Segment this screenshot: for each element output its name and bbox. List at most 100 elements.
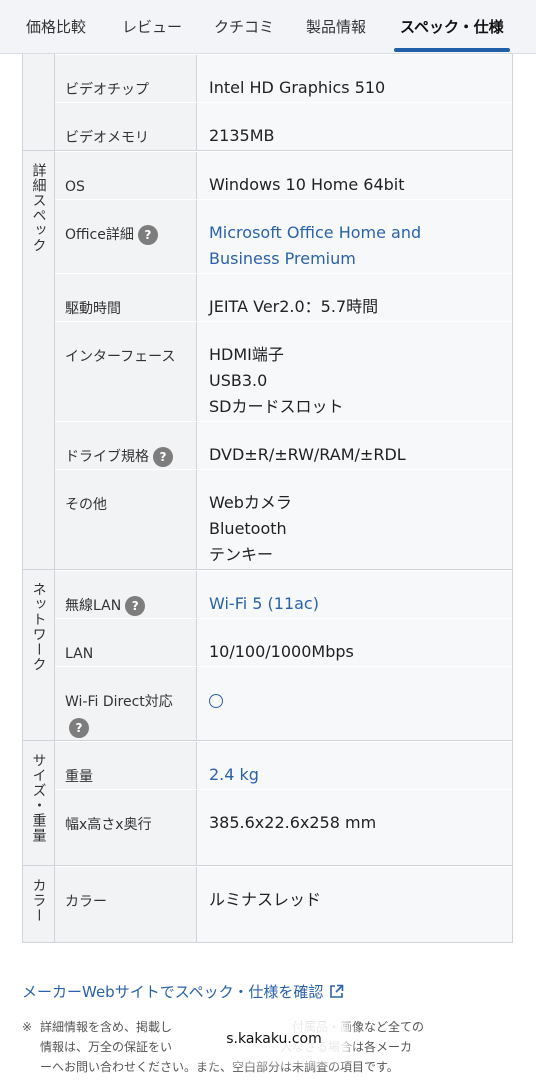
spec-value-link[interactable]: Wi-Fi 5 (11ac) [197,571,512,618]
spec-value-link[interactable]: Microsoft Office Home and Business Premiu… [197,200,512,273]
spec-value: DVD±R/±RW/RAM/±RDL [197,422,512,469]
spec-value: JEITA Ver2.0：5.7時間 [197,274,512,321]
spec-label-text: 幅x高さx奥行 [65,817,152,833]
spec-value-line: JEITA Ver2.0：5.7時間 [209,297,379,316]
spec-row: Wi-Fi Direct対応? [55,666,512,740]
spec-label-text: ドライブ規格 [65,449,149,465]
spec-row: その他 Webカメラ Bluetooth テンキー [55,469,512,569]
spec-label-text: カラー [65,894,107,910]
tab-review[interactable]: レビュー [122,0,182,54]
tab-bar: 価格比較 レビュー クチコミ 製品情報 スペック・仕様 [0,0,536,54]
spec-category: サイズ・重量 [23,741,55,865]
spec-row-label: LAN [55,619,197,666]
spec-value-line: Windows 10 Home 64bit [209,175,405,194]
spec-value-link[interactable]: 2.4 kg [197,742,512,789]
spec-category: カラー [23,866,55,942]
spec-value: HDMI端子 USB3.0 SDカードスロット [197,322,512,421]
spec-label-text: 重量 [65,769,93,785]
spec-value-line: 385.6x22.6x258 mm [209,813,377,832]
spec-value-line: Intel HD Graphics 510 [209,78,386,97]
spec-row: Office詳細? Microsoft Office Home and Busine… [55,199,512,273]
spec-value: Webカメラ Bluetooth テンキー [197,470,512,569]
spec-category [23,54,55,150]
spec-value-line: Wi-Fi 5 (11ac) [209,594,319,613]
spec-row: 幅x高さx奥行 385.6x22.6x258 mm [55,789,512,865]
spec-value-line: Webカメラ [209,493,292,512]
spec-row-label: Office詳細? [55,200,197,273]
spec-value-line: DVD±R/±RW/RAM/±RDL [209,445,406,464]
spec-label-text: その他 [65,497,107,513]
spec-value-line: 10/100/1000Mbps [209,642,354,661]
spec-row-label: OS [55,152,197,199]
spec-value-line: Bluetooth [209,519,287,538]
spec-row-label: その他 [55,470,197,569]
spec-value: Intel HD Graphics 510 [197,55,512,102]
spec-row: OS Windows 10 Home 64bit [55,151,512,199]
tab-price-compare[interactable]: 価格比較 [26,0,86,54]
spec-row: LAN 10/100/1000Mbps [55,618,512,666]
tab-spec-active[interactable]: スペック・仕様 [394,0,510,54]
spec-value-line: 2.4 kg [209,765,259,784]
spec-row-label: ドライブ規格? [55,422,197,469]
supported-circle-icon [209,693,223,708]
spec-row: 重量 2.4 kg [55,741,512,789]
spec-group: ビデオチップ Intel HD Graphics 510 ビデオメモリ 2135MB [23,54,512,150]
tab-product-info[interactable]: 製品情報 [306,0,366,54]
spec-row: ビデオチップ Intel HD Graphics 510 [55,54,512,102]
spec-label-text: Wi-Fi Direct対応 [65,694,173,710]
note-line: ーへお問い合わせください。また、空白部分は未調査の項目です。 [40,1060,399,1074]
spec-label-text: OS [65,179,85,195]
help-icon[interactable]: ? [137,225,158,245]
spec-value-line: SDカードスロット [209,397,344,416]
spec-row: 駆動時間 JEITA Ver2.0：5.7時間 [55,273,512,321]
spec-row-label: 幅x高さx奥行 [55,790,197,865]
spec-row: ビデオメモリ 2135MB [55,102,512,150]
spec-row-label: Wi-Fi Direct対応? [55,667,197,740]
spec-group: 詳細スペック OS Windows 10 Home 64bit Office詳細? Mi… [23,150,512,569]
spec-table: ビデオチップ Intel HD Graphics 510 ビデオメモリ 2135MB 詳… [22,54,513,943]
spec-category: 詳細スペック [23,151,55,569]
spec-value-line: HDMI端子 [209,345,284,364]
tab-kuchikomi[interactable]: クチコミ [214,0,274,54]
help-icon[interactable]: ? [153,447,173,467]
spec-label-text: インターフェース [65,349,176,365]
spec-row: カラー ルミナスレッド [55,866,512,942]
maker-website-link[interactable]: メーカーWebサイトでスペック・仕様を確認 [22,981,344,1003]
spec-row-label: 無線LAN? [55,571,197,618]
spec-label-text: ビデオメモリ [65,130,149,146]
spec-value-line: ルミナスレッド [209,890,322,909]
spec-value-line: Microsoft Office Home and [209,223,422,242]
spec-row: インターフェース HDMI端子 USB3.0 SDカードスロット [55,321,512,421]
spec-row-label: カラー [55,867,197,942]
spec-row: 無線LAN? Wi-Fi 5 (11ac) [55,570,512,618]
spec-value-line: 2135MB [209,126,275,145]
spec-label-text: ビデオチップ [65,82,149,98]
spec-label-text: 駆動時間 [65,301,121,317]
help-icon[interactable]: ? [125,596,146,616]
spec-category-label: カラー [30,878,47,923]
watermark: s.kakaku.com [204,1022,344,1056]
spec-value [197,667,512,740]
spec-row-label: ビデオチップ [55,55,197,102]
spec-row-label: ビデオメモリ [55,103,197,150]
spec-value: 10/100/1000Mbps [197,619,512,666]
spec-value: 2135MB [197,103,512,150]
spec-row: ドライブ規格? DVD±R/±RW/RAM/±RDL [55,421,512,469]
spec-row-label: 駆動時間 [55,274,197,321]
external-link-icon [329,984,344,1003]
maker-website-link-label: メーカーWebサイトでスペック・仕様を確認 [22,983,324,1001]
note-mark: ※ [22,1020,33,1034]
spec-label-text: Office詳細 [65,227,134,243]
spec-row-label: 重量 [55,742,197,789]
spec-category-label: 詳細スペック [30,163,47,253]
spec-row-label: インターフェース [55,322,197,421]
spec-value-line: Business Premium [209,249,356,268]
spec-value: ルミナスレッド [197,867,512,942]
spec-category-label: ネットワーク [30,582,47,672]
help-icon[interactable]: ? [69,718,89,738]
spec-value-line: USB3.0 [209,371,268,390]
spec-group: サイズ・重量 重量 2.4 kg 幅x高さx奥行 385.6x22.6x258 mm [23,740,512,865]
spec-value: 385.6x22.6x258 mm [197,790,512,865]
spec-label-text: LAN [65,646,94,662]
spec-category-label: サイズ・重量 [30,753,47,843]
